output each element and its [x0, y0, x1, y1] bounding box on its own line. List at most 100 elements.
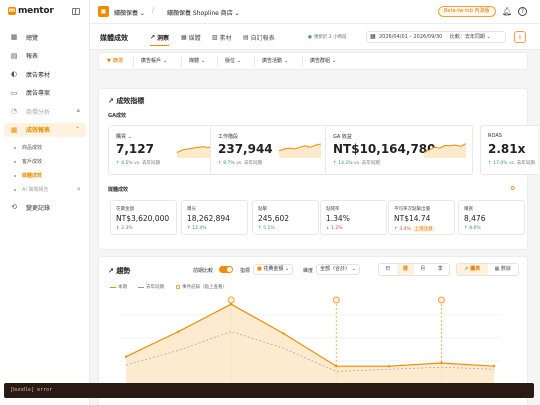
sidebar-item-analysis[interactable]: ◔ 商償分析 🔒︎ — [4, 104, 86, 118]
data-point-current — [335, 364, 338, 368]
ga-section-label: GA成效 — [108, 113, 126, 119]
metric-color-icon: ■ — [257, 266, 262, 272]
sidebar-item-label: 廣告素材 — [26, 71, 51, 79]
sidebar-item-history[interactable]: ⟲ 變更記錄 — [4, 200, 86, 214]
granularity-week[interactable]: 週 — [396, 264, 414, 275]
sidebar-item-creatives[interactable]: ◐ 廣告素材 — [4, 67, 86, 81]
breadcrumb-separator: / — [152, 6, 155, 14]
series-area-current — [126, 304, 494, 384]
metrics-title: ↗ 成效指標 — [108, 96, 144, 106]
metric-select[interactable]: ■ 花費金額 ⌄ — [253, 264, 294, 275]
sidebar-subitem-label: AI 策略報告 — [22, 187, 49, 193]
date-range-picker[interactable]: ▦ 2026/04/01 – 2026/09/30 比較：去年同期 ⌄ — [366, 31, 506, 43]
event-marker — [437, 296, 445, 304]
kpi-label: 工作階段 — [218, 134, 239, 140]
view-data[interactable]: ▦ 數據 — [488, 264, 519, 275]
page-header: 媒體成效 ↗ 洞察 ▦ 媒體 ▨ 素材 ▤ 自訂報表 更新於 2 小時前 ▦ 2… — [90, 24, 540, 50]
filter-label: 篩選 — [112, 58, 123, 64]
granularity-quarter[interactable]: 季 — [432, 264, 450, 275]
divider — [217, 56, 218, 67]
beta-badge[interactable]: Beta-tw-tsb 內測版 — [438, 6, 496, 17]
kpi-card-purchases[interactable]: 購買 ⌄ 7,127 ↑ 6.5% vs. 去年同期 — [108, 125, 226, 175]
kpi-sparkline — [424, 143, 466, 158]
date-range-value: 2026/04/01 – 2026/09/30 — [379, 34, 443, 40]
bell-icon[interactable]: 🔔︎ — [502, 7, 512, 16]
kpi-change: ↑ 6.5% vs. 去年同期 — [116, 161, 160, 166]
metric-value: 18,262,894 — [187, 214, 230, 223]
filter-chip-label: 媒體 — [189, 58, 200, 64]
settings-icon[interactable]: ⚙ — [510, 185, 515, 192]
sidebar-subitem-customers[interactable]: 客戶成效 — [4, 155, 86, 168]
sidebar-subitem-label: 客戶成效 — [22, 159, 43, 165]
metric-clicks[interactable]: 點擊 245,602 ↑ 5.1% — [252, 200, 319, 235]
sidebar-item-reports[interactable]: ▤ 報表 — [4, 49, 86, 63]
metric-ctr[interactable]: 點閱率 1.34% ↓ 1.2% — [320, 200, 387, 235]
export-button[interactable]: ⤓ — [514, 31, 526, 43]
shop-switcher[interactable]: 繡顏保養 ⌄ — [114, 8, 145, 17]
tab-creatives[interactable]: ▨ 素材 — [212, 33, 232, 42]
update-note: 更新於 2 小時前 — [308, 34, 347, 40]
filter-chip-label: 廣告帳戶 — [141, 58, 162, 64]
kpi-change: ↑ 17.0% vs. 去年同期 — [488, 161, 535, 166]
sidebar-subitem-products[interactable]: 商品成效 — [4, 141, 86, 154]
sidebar-item-performance[interactable]: ▦ 成效報表 ⌃ — [4, 122, 86, 137]
view-mode-selector: ↗ 圖表 ▦ 數據 — [456, 263, 519, 276]
metric-value: 8,476 — [464, 214, 486, 223]
download-icon: ⤓ — [518, 33, 522, 40]
metric-label: 平均單次點擊出價 — [394, 207, 430, 212]
granularity-day[interactable]: 日 — [379, 264, 397, 275]
metric-impressions[interactable]: 曝光 18,262,894 ↑ 12.4% — [181, 200, 248, 235]
divider — [254, 56, 255, 67]
chart-icon: ◔ — [10, 107, 18, 115]
filter-ad-account[interactable]: 廣告帳戶 ⌄ — [141, 57, 167, 65]
metric-cpc[interactable]: 平均單次點擊出價 NT$14.74 ↑ 3.4% 上漲注意 — [388, 200, 455, 235]
sidebar-subitem-label: 商品成效 — [22, 145, 43, 151]
tab-media[interactable]: ▦ 媒體 — [181, 33, 201, 42]
media-section-label: 媒體成效 — [108, 187, 129, 193]
compare-toggle-label: 前期比較 — [193, 268, 214, 274]
dimension-select[interactable]: 全部（合計） ⌄ — [316, 264, 360, 275]
metric-spend[interactable]: 花費金額 NT$3,620,000 ↕ 2.3% — [110, 200, 177, 235]
kpi-card-ga-revenue[interactable]: GA 收益 NT$10,164,780 ↑ 14.2% vs. 去年同期 — [325, 125, 473, 175]
data-point-current — [440, 361, 443, 365]
filter-ad-group[interactable]: 廣告群組 ⌄ — [310, 57, 336, 65]
view-chart[interactable]: ↗ 圖表 — [457, 264, 488, 275]
tab-custom-report[interactable]: ▤ 自訂報表 — [243, 33, 275, 42]
metric-label: 曝光 — [187, 207, 196, 212]
sidebar-subitem-media[interactable]: 媒體成效 — [4, 169, 86, 182]
tab-label: 自訂報表 — [250, 35, 275, 42]
tab-insight[interactable]: ↗ 洞察 — [150, 33, 170, 46]
brand-logo[interactable]: m mentor — [8, 6, 54, 16]
sidebar-item-overview[interactable]: ▦ 總覽 — [4, 30, 86, 44]
sidebar-item-projects[interactable]: ▭ 廣告專案 — [4, 86, 86, 100]
data-point-current — [282, 332, 285, 335]
filter-media[interactable]: 媒體 ⌄ — [189, 57, 205, 65]
tab-label: 素材 — [219, 35, 232, 42]
logo-text: mentor — [18, 6, 54, 16]
granularity-month[interactable]: 月 — [414, 264, 432, 275]
kpi-card-sessions[interactable]: 工作階段 237,944 ↑ 8.7% vs. 去年同期 — [210, 125, 328, 175]
filter-placement[interactable]: 版位 ⌄ — [225, 57, 241, 65]
divider — [181, 56, 182, 67]
sidebar-subitem-ai-report[interactable]: AI 策略報告 🔒︎ — [4, 183, 86, 196]
filter-campaign[interactable]: 廣告活動 ⌄ — [262, 57, 288, 65]
kpi-value: 2.81x — [488, 142, 526, 156]
store-switcher[interactable]: 繡顏保養 Shopline 商店 ⌄ — [167, 8, 240, 17]
report-icon: ▤ — [10, 51, 18, 60]
metric-label: 點閱率 — [326, 207, 340, 212]
metric-value: NT$3,620,000 — [116, 214, 170, 223]
kpi-card-roas[interactable]: ROAS 2.81x ↑ 17.0% vs. 去年同期 — [480, 125, 538, 175]
sidebar-collapse-icon[interactable] — [72, 8, 80, 15]
filter-button[interactable]: ▼ 篩選 — [107, 57, 123, 65]
trend-icon: ↗ — [108, 97, 114, 105]
compare-value: 比較：去年同期 — [449, 34, 485, 40]
help-icon[interactable]: ? — [518, 7, 527, 16]
trend-title-text: 趨勢 — [116, 267, 131, 275]
compare-toggle[interactable] — [219, 266, 233, 273]
top-bar: ▣ 繡顏保養 ⌄ / 繡顏保養 Shopline 商店 ⌄ Beta-tw-ts… — [90, 0, 540, 24]
metric-label: 購買 — [464, 207, 473, 212]
sidebar: m mentor ▦ 總覽 ▤ 報表 ◐ 廣告素材 ▭ 廣告專案 ◔ 商償分析 … — [0, 0, 90, 405]
filter-chip-label: 版位 — [225, 58, 236, 64]
metric-purchases[interactable]: 購買 8,476 ↑ 8.6% — [458, 200, 525, 235]
metric-value: 1.34% — [326, 214, 350, 223]
